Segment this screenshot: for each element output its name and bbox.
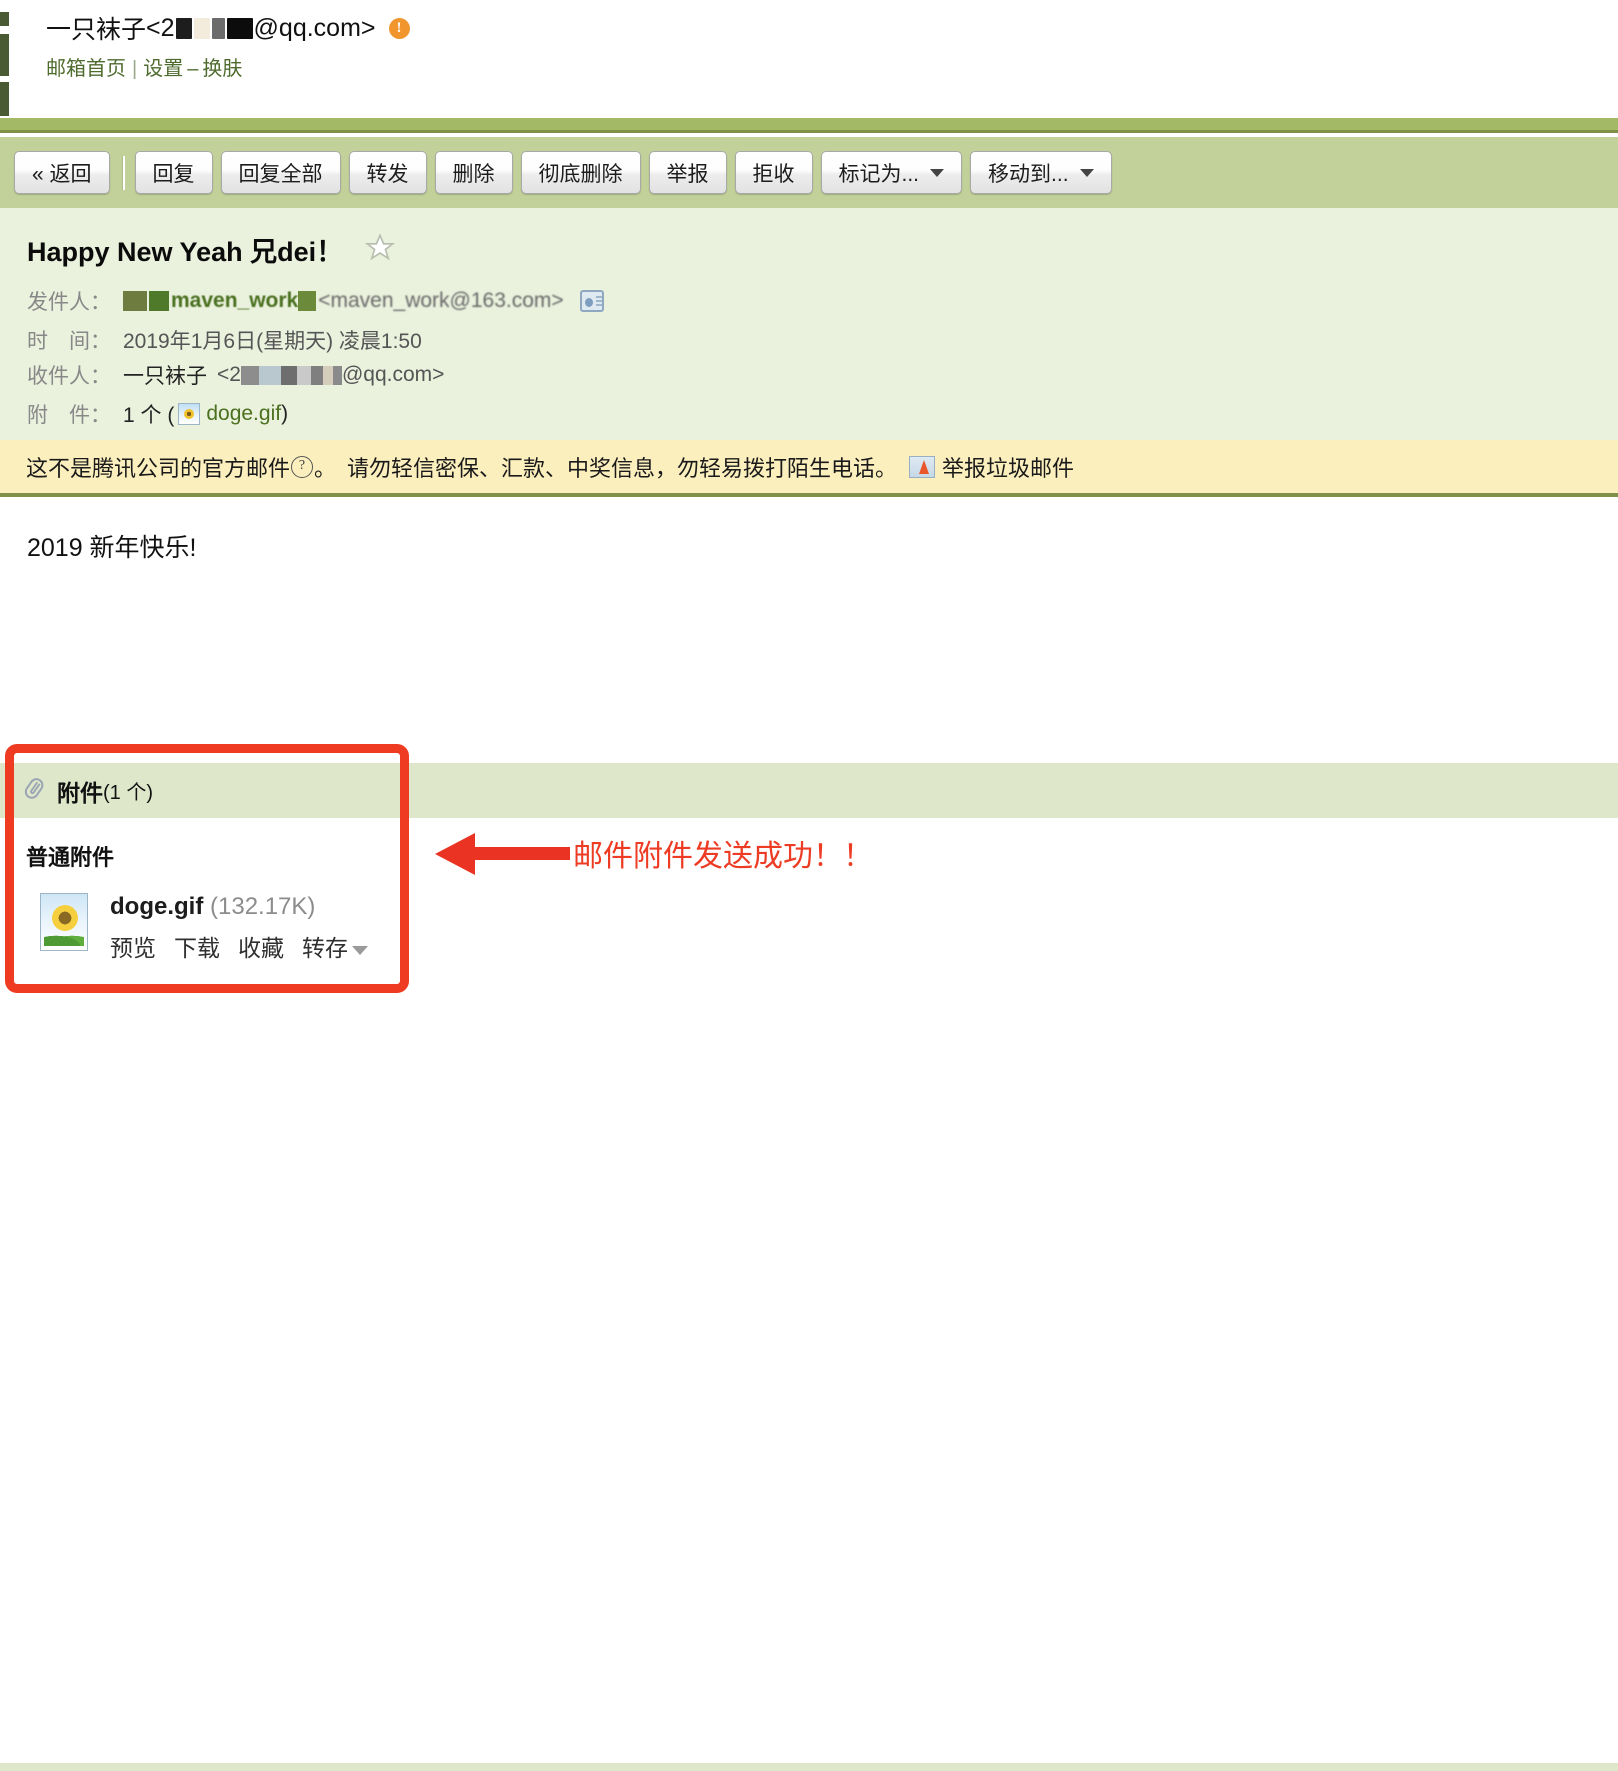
account-display-name: 一只袜子 [46,16,147,44]
attachment-download-link[interactable]: 下载 [174,929,220,963]
image-file-icon[interactable] [40,893,88,951]
to-name: 一只袜子 [123,365,207,388]
attachment-details: doge.gif (132.17K) 预览 下载 收藏 转存 [110,893,368,963]
attachment-favorite-link[interactable]: 收藏 [238,929,284,963]
attachments-header: 附件 (1 个) [0,763,1618,818]
attachment-file-name: doge.gif [110,893,204,920]
redaction-block [123,291,147,311]
spam-warning-bar: 这不是腾讯公司的官方邮件 ? 。 请勿轻信密保、汇款、中奖信息，勿轻易拨打陌生电… [0,440,1618,497]
redaction-block [226,17,253,39]
attachment-preview-link[interactable]: 预览 [110,929,156,963]
redaction-block [322,365,333,385]
nav-separator: | [132,58,138,80]
attachment-label: 附 件： [27,404,111,427]
paperclip-icon [21,775,51,806]
attachment-actions: 预览 下载 收藏 转存 [110,929,368,963]
account-email-prefix: <2 [146,13,175,42]
redaction-block [240,365,259,385]
to-address-suffix: @qq.com> [341,363,445,386]
time-label: 时 间： [27,330,111,353]
from-address: <maven_work@163.com> [318,289,564,312]
redaction-block [296,365,311,385]
attachment-count: 1 个 ( [123,404,175,427]
delete-permanently-button[interactable]: 彻底删除 [520,151,641,194]
attachments-title: 附件 [57,779,103,806]
delete-button[interactable]: 删除 [434,151,513,194]
mail-logo-strip [0,12,9,116]
reply-all-button[interactable]: 回复全部 [220,151,341,194]
move-to-label: 移动到... [988,162,1069,186]
redaction-block [298,291,317,311]
contact-card-icon[interactable] [579,290,604,312]
attachment-filename[interactable]: doge.gif [206,402,281,426]
annotation-text: 邮件附件发送成功！！ [573,840,873,873]
nav-settings[interactable]: 设置 [143,58,183,80]
help-question-icon[interactable]: ? [291,455,314,478]
warning-text-before: 这不是腾讯公司的官方邮件 [26,455,291,481]
chevron-down-icon [1079,168,1094,177]
move-to-dropdown[interactable]: 移动到... [970,151,1112,194]
mail-from-row: 发件人： maven_work <maven_work@163.com> [27,286,604,316]
mail-body-text: 2019 新年快乐! [27,534,197,562]
attachment-close-paren: ) [281,402,289,425]
mark-as-dropdown[interactable]: 标记为... [820,151,963,194]
from-name: maven_work [171,289,299,312]
redaction-block [332,365,342,385]
footer-strip [0,1763,1618,1771]
report-spam-link[interactable]: 举报垃圾邮件 [942,451,1074,483]
attachments-count: (1 个) [103,782,153,804]
redaction-block [193,17,210,39]
mail-time-row: 时 间： 2019年1月6日(星期天) 凌晨1:50 [27,325,422,355]
attachment-file-size: (132.17K) [210,893,316,920]
account-email-suffix: @qq.com> [253,13,376,42]
attachments-group-label: 普通附件 [26,845,115,870]
nav-mailbox-home[interactable]: 邮箱首页 [46,58,126,80]
nav-skin[interactable]: 换肤 [202,58,242,80]
account-header: 一只袜子 <2 @qq.com> ! 邮箱首页 | 设置 – 换肤 [0,0,1618,118]
account-nav: 邮箱首页 | 设置 – 换肤 [46,52,242,81]
mail-body: 2019 新年快乐! [0,501,1618,743]
report-spam-icon[interactable] [909,455,936,478]
mail-time-value: 2019年1月6日(星期天) 凌晨1:50 [123,330,422,353]
redaction-block [280,365,297,385]
back-button[interactable]: « 返回 [14,151,110,194]
mail-subject: Happy New Yeah 兄dei！ [27,237,344,267]
mail-to-row: 收件人： 一只袜子 <2 @qq.com> [27,360,444,390]
attachment-file-line: doge.gif (132.17K) [110,893,368,921]
attachment-saveto-link[interactable]: 转存 [302,929,348,963]
attachment-list-item: doge.gif (132.17K) 预览 下载 收藏 转存 [40,893,368,963]
star-outline-icon[interactable] [364,233,396,266]
chevron-down-icon [930,168,945,177]
redaction-block [310,365,323,385]
to-label: 收件人： [27,365,111,388]
mark-as-label: 标记为... [838,162,920,186]
annotation-left-arrow-icon [435,833,570,875]
alert-badge-icon[interactable]: ! [388,17,410,39]
mail-header-block: Happy New Yeah 兄dei！ 发件人： maven_work <ma… [0,208,1618,440]
report-button[interactable]: 举报 [648,151,727,194]
to-address-prefix: <2 [217,363,241,386]
nav-dash: – [187,58,199,80]
redaction-block [258,365,281,385]
from-label: 发件人： [27,291,111,314]
image-file-icon [178,403,201,425]
redaction-block [211,17,225,39]
reply-button[interactable]: 回复 [134,151,213,194]
account-identity: 一只袜子 <2 @qq.com> ! [46,10,410,46]
chevron-down-icon[interactable] [352,945,368,955]
redaction-block [149,291,169,311]
warning-text-after: 。 请勿轻信密保、汇款、中奖信息，勿轻易拨打陌生电话。 [314,455,898,481]
redaction-block [175,17,192,39]
mail-toolbar: « 返回 回复 回复全部 转发 删除 彻底删除 举报 拒收 标记为... 移动到… [0,137,1618,208]
reject-button[interactable]: 拒收 [734,151,813,194]
toolbar-separator [121,155,125,190]
attachments-panel: 附件 (1 个) 普通附件 doge.gif (132.17K) 预览 下载 收藏… [0,763,1618,1771]
subject-row: Happy New Yeah 兄dei！ [27,230,396,269]
header-divider-band [0,118,1618,133]
forward-button[interactable]: 转发 [348,151,427,194]
mail-attachment-row: 附 件： 1 个 ( doge.gif) [27,399,288,429]
